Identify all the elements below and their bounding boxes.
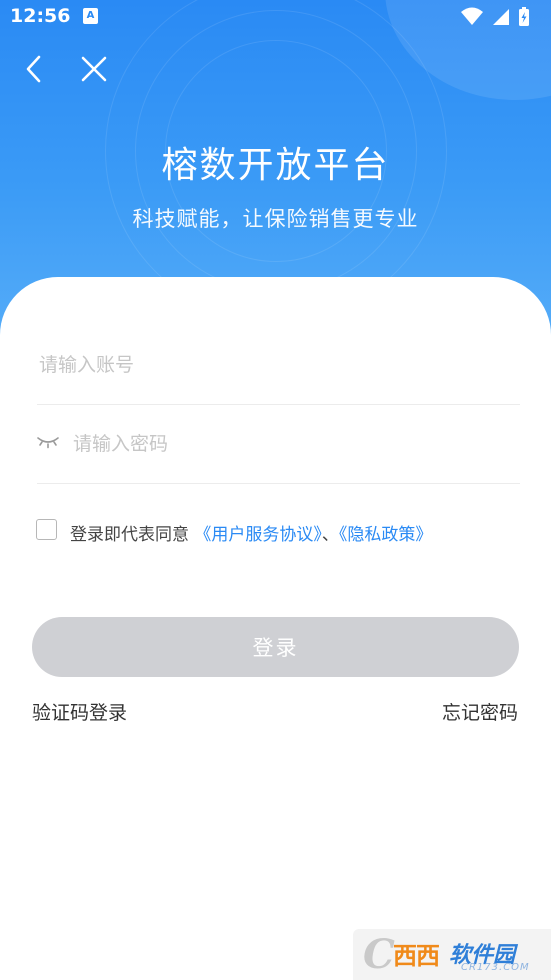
- page-title: 榕数开放平台: [161, 145, 390, 186]
- watermark-orange-text: 西西: [393, 942, 440, 970]
- user-agreement-link[interactable]: 《用户服务协议》: [194, 525, 322, 545]
- wifi-icon: [461, 7, 483, 25]
- watermark-sub-text: CR173.COM: [461, 962, 530, 973]
- agreement-checkbox[interactable]: [36, 519, 57, 540]
- agreement-text: 登录即代表同意 《用户服务协议》、《隐私政策》: [70, 520, 432, 545]
- chevron-left-icon: [26, 55, 41, 83]
- password-field: [37, 403, 524, 485]
- eye-closed-icon[interactable]: [37, 435, 59, 449]
- password-input[interactable]: [71, 403, 524, 485]
- app-notification-icon: A: [83, 8, 98, 24]
- watermark-mark: C: [363, 931, 395, 978]
- close-button[interactable]: [77, 52, 111, 86]
- privacy-policy-link[interactable]: 《隐私政策》: [339, 525, 433, 545]
- back-button[interactable]: [20, 52, 52, 86]
- watermark-logo: C 西西 软件园 CR173.COM: [353, 929, 551, 980]
- status-bar: 12:56 A: [0, 0, 551, 34]
- status-time: 12:56: [10, 5, 71, 27]
- status-icons: [459, 6, 541, 26]
- agreement-prefix: 登录即代表同意: [70, 525, 189, 545]
- signal-icon: [493, 9, 509, 25]
- forgot-password-link[interactable]: 忘记密码: [442, 698, 518, 725]
- account-input[interactable]: [37, 324, 524, 406]
- battery-charging-icon: [519, 7, 529, 26]
- close-icon: [81, 56, 107, 82]
- account-field: [37, 324, 524, 406]
- agreement-separator: 、: [321, 525, 339, 545]
- login-button[interactable]: 登录: [32, 617, 519, 677]
- sms-login-link[interactable]: 验证码登录: [32, 698, 127, 725]
- page-subtitle: 科技赋能，让保险销售更专业: [132, 207, 419, 231]
